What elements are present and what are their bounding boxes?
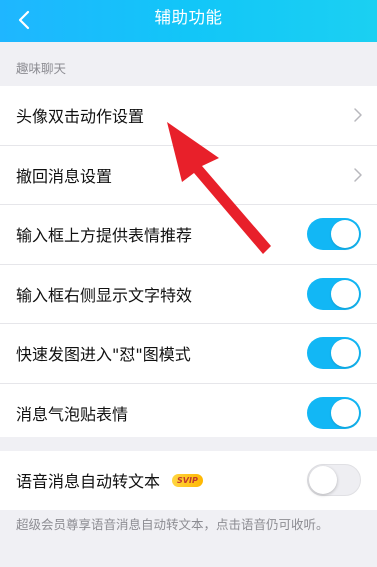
text-effect-setting: 输入框右侧显示文字特效 <box>0 264 377 324</box>
toggle-knob <box>331 339 359 368</box>
emoji-recommend-setting: 输入框上方提供表情推荐 <box>0 205 377 265</box>
toggle-knob <box>331 279 359 308</box>
setting-label: 输入框上方提供表情推荐 <box>16 226 193 246</box>
toggle-knob <box>331 220 359 249</box>
voice-to-text-toggle[interactable] <box>307 464 361 497</box>
emoji-recommend-toggle[interactable] <box>307 218 361 251</box>
chevron-right-icon <box>354 108 362 122</box>
setting-label: 撤回消息设置 <box>16 166 113 186</box>
chevron-right-icon <box>354 168 362 182</box>
svip-badge: SVIP <box>172 474 203 488</box>
voice-to-text-label: 语音消息自动转文本 <box>16 472 161 492</box>
section-divider <box>0 437 377 451</box>
setting-label: 语音消息自动转文本 SVIP <box>16 468 203 492</box>
settings-list: 头像双击动作设置 撤回消息设置 输入框上方提供表情推荐 输入框右侧显示文字特效 … <box>0 86 377 442</box>
title-bar: 辅助功能 <box>0 0 377 42</box>
quick-image-mode-toggle[interactable] <box>307 337 361 370</box>
quick-image-mode-setting: 快速发图进入"怼"图模式 <box>0 324 377 384</box>
voice-settings-list: 语音消息自动转文本 SVIP <box>0 451 377 510</box>
toggle-knob <box>331 398 359 427</box>
footnote-text: 超级会员尊享语音消息自动转文本，点击语音仍可收听。 <box>16 517 329 532</box>
recall-message-setting[interactable]: 撤回消息设置 <box>0 145 377 205</box>
bubble-sticker-toggle[interactable] <box>307 396 361 429</box>
avatar-double-tap-setting[interactable]: 头像双击动作设置 <box>0 86 377 146</box>
text-effect-toggle[interactable] <box>307 277 361 310</box>
app-window: 辅助功能 趣味聊天 头像双击动作设置 撤回消息设置 输入框上方提供表情推荐 输入… <box>0 0 377 567</box>
voice-to-text-setting: 语音消息自动转文本 SVIP <box>0 451 377 510</box>
setting-label: 头像双击动作设置 <box>16 107 145 127</box>
setting-label: 快速发图进入"怼"图模式 <box>16 345 191 365</box>
section-label: 趣味聊天 <box>16 61 67 76</box>
bubble-sticker-setting: 消息气泡贴表情 <box>0 383 377 442</box>
setting-label: 消息气泡贴表情 <box>16 404 129 424</box>
section-header: 趣味聊天 <box>0 42 377 86</box>
setting-label: 输入框右侧显示文字特效 <box>16 285 193 305</box>
page-title: 辅助功能 <box>154 8 223 27</box>
toggle-knob <box>309 466 337 495</box>
